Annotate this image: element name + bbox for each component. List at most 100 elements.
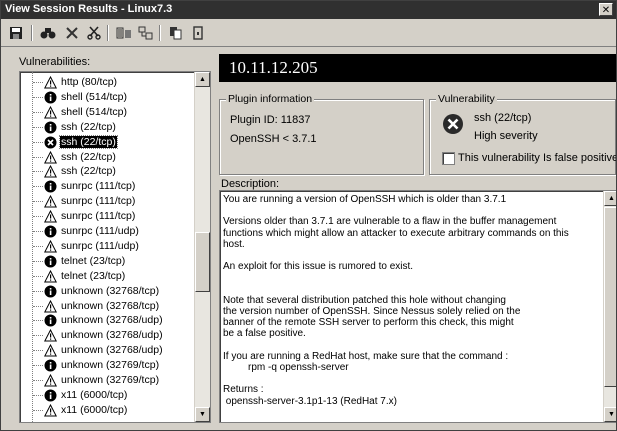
tree-connector xyxy=(33,409,43,411)
tree-item[interactable]: sunrpc (111/udp) xyxy=(20,224,196,239)
export-icon[interactable] xyxy=(137,24,155,42)
scroll-up-button[interactable]: ▲ xyxy=(604,191,616,206)
cut-icon[interactable] xyxy=(85,24,103,42)
description-text: You are running a version of OpenSSH whi… xyxy=(223,194,569,407)
scroll-down-button[interactable]: ▼ xyxy=(604,407,616,422)
warning-icon xyxy=(43,210,58,223)
tree-item[interactable]: telnet (23/tcp) xyxy=(20,254,196,269)
close-icon[interactable]: ✕ xyxy=(599,3,613,16)
vulnerability-severity: High severity xyxy=(474,130,538,142)
scroll-thumb[interactable] xyxy=(195,232,210,292)
false-positive-checkbox[interactable] xyxy=(442,152,455,165)
window-title: View Session Results - Linux7.3 xyxy=(5,3,173,15)
tree-item-label: unknown (32769/tcp) xyxy=(61,374,160,386)
copy-icon[interactable] xyxy=(167,24,185,42)
exit-icon[interactable] xyxy=(189,24,207,42)
tree-item-label: ssh (22/tcp) xyxy=(61,150,116,163)
tree-connector xyxy=(33,275,43,277)
tree-item[interactable]: unknown (32768/tcp) xyxy=(20,299,196,314)
tree-item[interactable]: ssh (22/tcp) xyxy=(20,164,196,179)
tree-item[interactable]: sunrpc (111/tcp) xyxy=(20,209,196,224)
vulnerabilities-scrollbar[interactable]: ▲ ▼ xyxy=(194,72,210,422)
tree-item[interactable]: unknown (32768/udp) xyxy=(20,328,196,343)
tree-item-label: ssh (22/tcp) xyxy=(61,120,116,133)
tree-item[interactable]: telnet (23/tcp) xyxy=(20,269,196,284)
tree-item[interactable]: unknown (32769/tcp) xyxy=(20,373,196,388)
delete-icon[interactable] xyxy=(63,24,81,42)
scroll-up-button[interactable]: ▲ xyxy=(195,72,210,87)
tree-item-label: unknown (32769/tcp) xyxy=(61,359,160,372)
plugin-name: OpenSSH < 3.7.1 xyxy=(230,133,317,145)
tree-item[interactable]: shell (514/tcp) xyxy=(20,105,196,120)
tree-item-label: ssh (22/tcp) xyxy=(59,134,118,149)
tree-item[interactable]: unknown (32769/tcp) xyxy=(20,358,196,373)
warning-icon xyxy=(43,373,58,387)
warning-icon xyxy=(43,105,58,119)
host-address: 10.11.12.205 xyxy=(219,54,616,82)
tree-item[interactable]: http (80/tcp) xyxy=(20,75,196,90)
tree-item-label: ssh (22/tcp) xyxy=(61,165,116,178)
tree-connector xyxy=(33,245,43,247)
tree-item-label: telnet (23/tcp) xyxy=(61,269,126,282)
warning-icon xyxy=(43,329,58,342)
report-icon[interactable] xyxy=(115,24,133,42)
title-bar[interactable]: View Session Results - Linux7.3 ✕ xyxy=(1,1,616,19)
tree-item[interactable]: ssh (22/tcp) xyxy=(20,150,196,165)
tree-item[interactable]: sunrpc (111/udp) xyxy=(20,239,196,254)
tree-connector xyxy=(33,171,43,173)
tree-connector xyxy=(33,96,43,98)
vulnerabilities-tree[interactable]: http (80/tcp) shell (514/tcp) shell (514/t… xyxy=(19,71,211,423)
tree-item-label: sunrpc (111/tcp) xyxy=(61,210,136,223)
tree-item-label: x11 (6000/tcp) xyxy=(61,388,128,401)
tree-connector xyxy=(33,260,43,262)
tree-item-label: unknown (32768/udp) xyxy=(61,344,163,357)
vulnerability-title: Vulnerability xyxy=(436,93,497,105)
tree-item[interactable]: shell (514/tcp) xyxy=(20,90,196,105)
error-icon xyxy=(442,113,464,138)
save-icon[interactable] xyxy=(7,24,25,42)
tree-item[interactable]: ssh (22/tcp) xyxy=(20,134,196,150)
tree-item-label: sunrpc (111/udp) xyxy=(61,225,139,237)
tree-item-label: telnet (23/tcp) xyxy=(61,254,126,267)
tree-item-label: sunrpc (111/tcp) xyxy=(61,195,136,208)
tree-item[interactable]: unknown (32768/tcp) xyxy=(20,284,196,299)
tree-item[interactable]: sunrpc (111/tcp) xyxy=(20,179,196,194)
vulnerability-port: ssh (22/tcp) xyxy=(474,112,532,124)
tree-connector xyxy=(33,320,43,322)
description-label: Description: xyxy=(221,178,280,190)
session-results-window: View Session Results - Linux7.3 ✕ Vulner… xyxy=(0,0,617,431)
info-icon xyxy=(44,180,57,193)
warning-icon xyxy=(43,299,58,313)
tree-item-label: sunrpc (111/udp) xyxy=(61,239,139,252)
info-icon xyxy=(44,91,57,104)
tree-item-label: shell (514/tcp) xyxy=(61,105,127,118)
tree-connector xyxy=(33,216,43,218)
tree-connector xyxy=(33,186,43,188)
tree-item-label: shell (514/tcp) xyxy=(61,90,127,103)
info-icon xyxy=(44,285,57,298)
toolbar-separator xyxy=(31,25,33,41)
tree-item[interactable]: unknown (32768/udp) xyxy=(20,313,196,328)
tree-item[interactable]: x11 (6000/tcp) xyxy=(20,403,196,418)
description-box[interactable]: You are running a version of OpenSSH whi… xyxy=(219,190,616,423)
find-icon[interactable] xyxy=(39,24,57,42)
toolbar xyxy=(1,20,616,47)
tree-item[interactable]: sunrpc (111/tcp) xyxy=(20,194,196,209)
tree-connector xyxy=(33,201,43,203)
scroll-thumb[interactable] xyxy=(604,207,616,387)
tree-item[interactable]: x11 (6000/tcp) xyxy=(20,388,196,403)
false-positive-label: This vulnerability Is false positive xyxy=(458,152,617,164)
warning-icon xyxy=(43,195,58,208)
info-icon xyxy=(44,359,57,372)
tree-connector xyxy=(33,231,43,232)
plugin-info-title: Plugin information xyxy=(226,93,315,105)
tree-connector xyxy=(33,335,43,337)
scroll-down-button[interactable]: ▼ xyxy=(195,407,210,422)
info-icon xyxy=(44,314,57,327)
error-icon xyxy=(44,136,57,149)
tree-item[interactable]: unknown (32768/udp) xyxy=(20,343,196,358)
plugin-info-group: Plugin information Plugin ID: 11837 Open… xyxy=(219,93,424,175)
description-scrollbar[interactable]: ▲ ▼ xyxy=(603,191,616,422)
tree-item[interactable]: ssh (22/tcp) xyxy=(20,120,196,135)
vulnerability-group: Vulnerability ssh (22/tcp) High severity… xyxy=(429,93,617,175)
